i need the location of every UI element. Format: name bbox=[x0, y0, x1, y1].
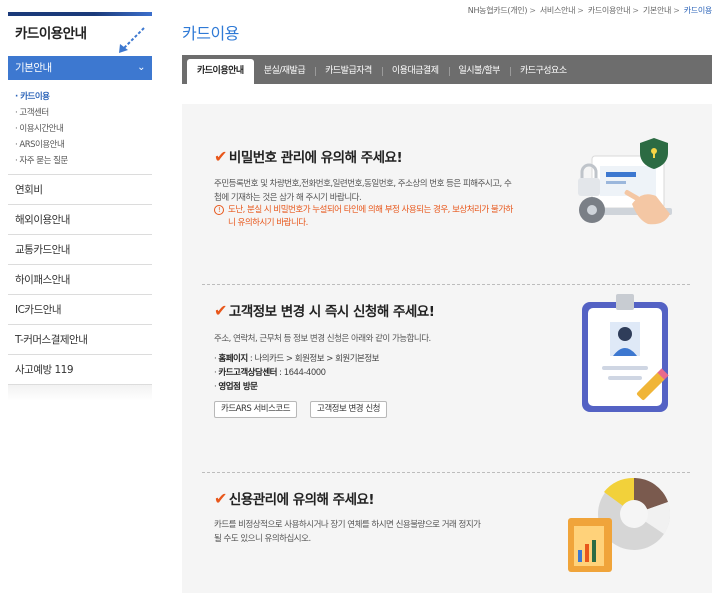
section-title-password: ✔ 비밀번호 관리에 유의해 주세요! bbox=[214, 146, 403, 166]
sidebar-sub-item-faq[interactable]: · 자주 묻는 질문 bbox=[15, 153, 152, 169]
pie-chart-illustration bbox=[568, 477, 671, 572]
main-content: ✔ 비밀번호 관리에 유의해 주세요! 주민등록번호 및 차량번호,전화번호,일련… bbox=[182, 84, 712, 593]
sidebar-sub-item-hours[interactable]: · 이용시간안내 bbox=[15, 121, 152, 137]
section-text-credit: 카드를 비정상적으로 사용하시거나 장기 연체를 하시면 신용불량으로 거래 정… bbox=[214, 520, 481, 544]
section-customer-info: ✔ 고객정보 변경 시 즉시 신청해 주세요! 주소, 연락처, 근무처 등 정보… bbox=[202, 272, 690, 457]
sidebar: 카드이용안내 기본안내 ⌄ · 카드이용 · 고객센터 · 이용시간안내 · A… bbox=[8, 12, 152, 401]
sidebar-sub-item-ars[interactable]: · ARS이용안내 bbox=[15, 137, 152, 153]
sidebar-active-menu[interactable]: 기본안내 ⌄ bbox=[8, 56, 152, 80]
content-panel: ✔ 비밀번호 관리에 유의해 주세요! 주민등록번호 및 차량번호,전화번호,일련… bbox=[182, 104, 712, 593]
sidebar-item-overseas[interactable]: 해외이용안내 bbox=[8, 205, 152, 235]
section-title-password-text: 비밀번호 관리에 유의해 주세요! bbox=[228, 150, 403, 166]
section-text-customer-info: 주소, 연락처, 근무처 등 정보 변경 신청은 아래와 같이 가능합니다. bbox=[214, 334, 431, 344]
id-card-illustration bbox=[582, 294, 669, 412]
list-item: · 홈페이지 : 나의카드 > 회원정보 > 회원기본정보 bbox=[214, 354, 380, 364]
chevron-down-icon: ⌄ bbox=[137, 62, 145, 73]
check-icon: ✔ bbox=[214, 489, 227, 508]
breadcrumb-item-current: 카드이용 bbox=[683, 6, 713, 15]
tab-payment[interactable]: 이용대금결제 bbox=[381, 59, 449, 84]
section-title-customer-info: ✔ 고객정보 변경 시 즉시 신청해 주세요! bbox=[214, 300, 435, 320]
tab-card-use-guide[interactable]: 카드이용안내 bbox=[187, 59, 254, 84]
section-title-credit-text: 신용관리에 유의해 주세요! bbox=[228, 492, 375, 508]
sidebar-item-accident-119[interactable]: 사고예방 119 bbox=[8, 355, 152, 385]
page-title: 카드이용 bbox=[182, 24, 239, 43]
section-text-password: 주민등록번호 및 차량번호,전화번호,일련번호,동일번호, 주소상의 번호 등은… bbox=[214, 179, 512, 203]
security-laptop-illustration bbox=[578, 138, 672, 225]
check-icon: ✔ bbox=[214, 301, 227, 320]
tab-installment[interactable]: 일시불/할부 bbox=[448, 59, 510, 84]
section-warning-password: ! 도난, 분실 시 비밀번호가 누설되어 타인에 의해 부정 사용되는 경우,… bbox=[214, 204, 514, 230]
sidebar-submenu: · 카드이용 · 고객센터 · 이용시간안내 · ARS이용안내 · 자주 묻는… bbox=[8, 80, 152, 175]
tab-lost-reissue[interactable]: 분실/재발급 bbox=[254, 59, 315, 84]
customer-info-change-button[interactable]: 고객정보 변경 신청 bbox=[310, 401, 387, 418]
sidebar-item-annual-fee[interactable]: 연회비 bbox=[8, 175, 152, 205]
breadcrumb-item-card-guide[interactable]: 카드이용안내 bbox=[588, 6, 631, 15]
list-item: · 카드고객상담센터 : 1644-4000 bbox=[214, 368, 326, 378]
tab-bar: 카드이용안내 분실/재발급 카드발급자격 이용대금결제 일시불/할부 카드구성요… bbox=[182, 55, 712, 84]
section-warning-text: 도난, 분실 시 비밀번호가 누설되어 타인에 의해 부정 사용되는 경우, 보… bbox=[228, 205, 513, 228]
sidebar-bottom-shadow bbox=[8, 385, 152, 401]
sidebar-sub-item-customer-center[interactable]: · 고객센터 bbox=[15, 105, 152, 121]
warning-icon: ! bbox=[214, 205, 224, 215]
list-item: · 영업점 방문 bbox=[214, 382, 258, 392]
pointer-arrow-icon bbox=[119, 27, 145, 53]
section-credit: ✔ 신용관리에 유의해 주세요! 카드를 비정상적으로 사용하시거나 장기 연체를… bbox=[202, 460, 690, 593]
section-title-credit: ✔ 신용관리에 유의해 주세요! bbox=[214, 488, 375, 508]
check-icon: ✔ bbox=[214, 147, 227, 166]
sidebar-item-transit-card[interactable]: 교통카드안내 bbox=[8, 235, 152, 265]
section-password: ✔ 비밀번호 관리에 유의해 주세요! 주민등록번호 및 차량번호,전화번호,일련… bbox=[202, 124, 690, 270]
ars-service-code-button[interactable]: 카드ARS 서비스코드 bbox=[214, 401, 298, 418]
sidebar-active-label: 기본안내 bbox=[15, 62, 52, 74]
sidebar-title: 카드이용안내 bbox=[8, 16, 152, 56]
sidebar-item-t-commerce[interactable]: T-커머스결제안내 bbox=[8, 325, 152, 355]
contact-methods-list: · 홈페이지 : 나의카드 > 회원정보 > 회원기본정보 · 카드고객상담센터… bbox=[214, 352, 380, 394]
sidebar-item-hipass[interactable]: 하이패스안내 bbox=[8, 265, 152, 295]
tab-issue-eligibility[interactable]: 카드발급자격 bbox=[315, 59, 382, 84]
sidebar-item-ic-card[interactable]: IC카드안내 bbox=[8, 295, 152, 325]
sidebar-sub-item-card-use[interactable]: · 카드이용 bbox=[15, 89, 152, 105]
breadcrumb: NH농협카드(개인) > 서비스안내 > 카드이용안내 > 기본안내 > 카드이용 bbox=[467, 6, 713, 15]
section-title-customer-info-text: 고객정보 변경 시 즉시 신청해 주세요! bbox=[228, 304, 435, 320]
tab-card-components[interactable]: 카드구성요소 bbox=[509, 59, 577, 84]
breadcrumb-item-service[interactable]: 서비스안내 bbox=[540, 6, 576, 15]
sidebar-title-text: 카드이용안내 bbox=[15, 26, 87, 42]
breadcrumb-item-basic[interactable]: 기본안내 bbox=[643, 6, 672, 15]
breadcrumb-item-home[interactable]: NH농협카드(개인) bbox=[468, 6, 528, 15]
